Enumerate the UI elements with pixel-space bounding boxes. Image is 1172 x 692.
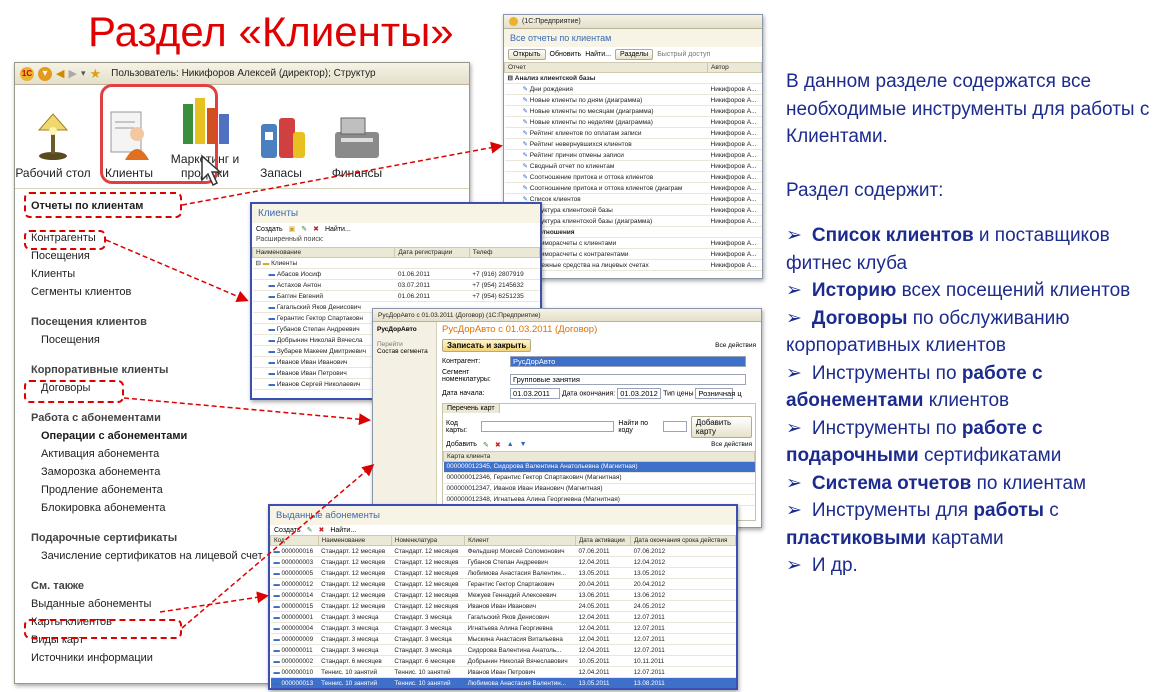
feature-item: ➢ Инструменты по работе с подарочными сер… [786, 415, 1156, 470]
feature-text: с [1044, 500, 1059, 521]
feature-item: ➢ Инструменты для работы с пластиковыми к… [786, 497, 1156, 552]
feature-text: Инструменты для [811, 500, 974, 521]
contains-text: Раздел содержит: [786, 179, 944, 201]
arrow-contracts [123, 397, 371, 426]
feature-item: ➢ Историю всех посещений клиентов [786, 277, 1156, 305]
feature-bold: Система отчетов [811, 472, 972, 494]
check-arrow-icon: ➢ [786, 500, 802, 521]
feature-text: сертификатами [918, 445, 1062, 466]
check-arrow-icon: ➢ [786, 417, 802, 439]
feature-item: ➢ Система отчетов по клиентам [786, 470, 1156, 498]
feature-bold: Историю [811, 280, 897, 301]
feature-bold: И др. [811, 555, 858, 576]
arrow-contractors [105, 239, 249, 302]
check-arrow-icon: ➢ [786, 362, 802, 384]
arrow-issued-subs [159, 591, 269, 613]
feature-bold: Список клиентов [811, 225, 974, 246]
feature-text: клиентов [923, 390, 1010, 411]
check-arrow-icon: ➢ [786, 472, 802, 494]
feature-bold: работы [973, 500, 1044, 521]
feature-text: картами [926, 527, 1004, 549]
feature-text: Инструменты по [811, 362, 962, 384]
feature-item: ➢ И др. [786, 552, 1156, 580]
check-arrow-icon: ➢ [786, 307, 802, 329]
intro-text: В данном разделе содержатся все необходи… [786, 71, 1150, 147]
feature-text: всех посещений клиентов [896, 280, 1131, 301]
feature-bold: Договоры [811, 307, 908, 329]
description-panel: В данном разделе содержатся все необходи… [786, 68, 1156, 580]
feature-item: ➢ Договоры по обслуживанию корпоративных … [786, 305, 1156, 360]
feature-item: ➢ Список клиентов и поставщиков фитнес кл… [786, 222, 1156, 277]
feature-text: по клиентам [971, 472, 1087, 494]
feature-bold: пластиковыми [786, 527, 927, 549]
feature-item: ➢ Инструменты по работе с абонементами кл… [786, 360, 1156, 415]
check-arrow-icon: ➢ [786, 280, 802, 301]
check-arrow-icon: ➢ [786, 555, 802, 576]
check-arrow-icon: ➢ [786, 225, 802, 246]
arrow-reports [181, 141, 503, 206]
feature-list: ➢ Список клиентов и поставщиков фитнес кл… [786, 222, 1156, 580]
feature-text: Инструменты по [811, 417, 962, 439]
